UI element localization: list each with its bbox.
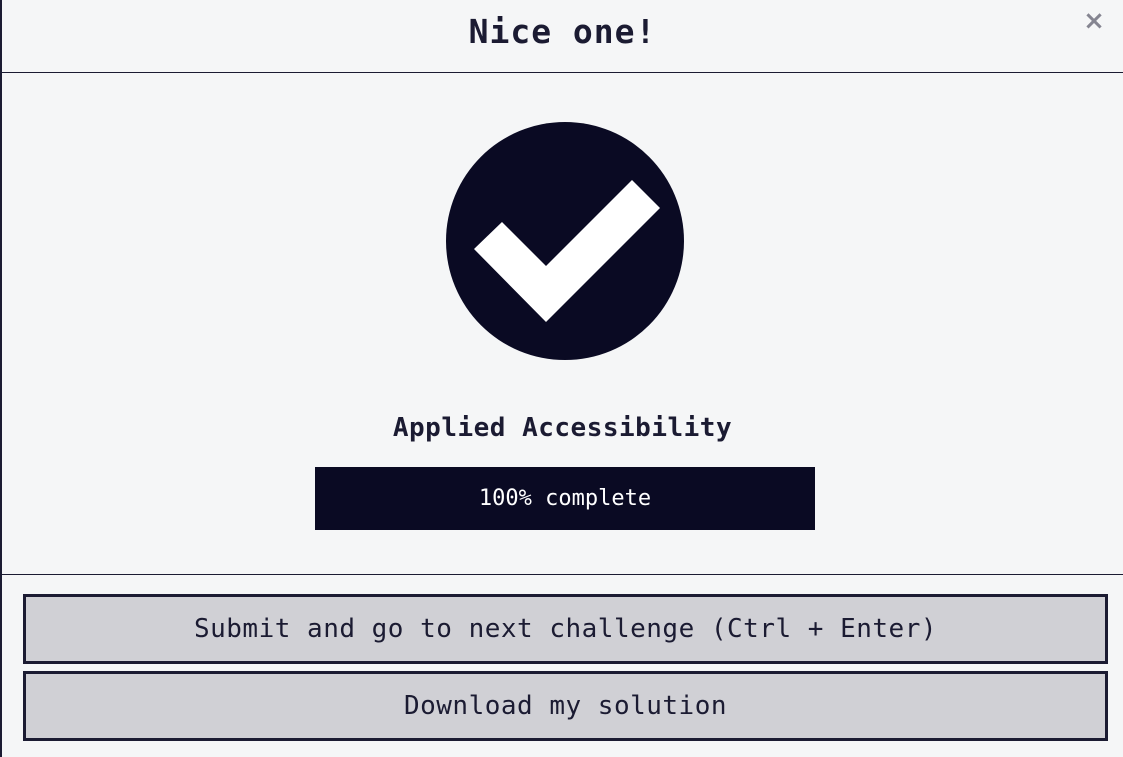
modal-header: Nice one! × [2, 0, 1123, 73]
modal-title: Nice one! [468, 12, 657, 51]
modal-body: Applied Accessibility 100% complete [2, 73, 1123, 575]
check-circle-icon [446, 122, 684, 360]
download-solution-button[interactable]: Download my solution [23, 671, 1108, 741]
completion-modal: Nice one! × Applied Accessibility 100% c… [0, 0, 1123, 757]
block-title: Applied Accessibility [392, 413, 733, 443]
close-icon[interactable]: × [1081, 6, 1107, 36]
progress-text: 100% complete [478, 486, 652, 511]
progress-bar: 100% complete [315, 467, 815, 530]
submit-next-challenge-button[interactable]: Submit and go to next challenge (Ctrl + … [23, 594, 1108, 664]
